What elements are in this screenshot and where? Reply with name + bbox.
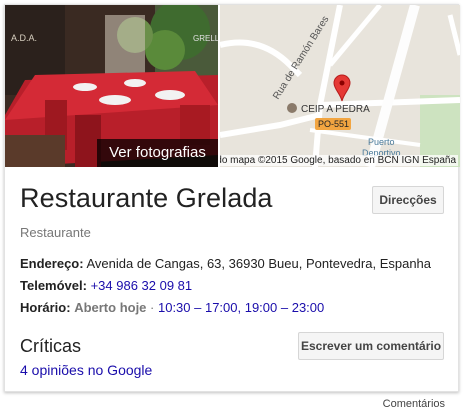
phone-row: Telemóvel: +34 986 32 09 81 — [20, 278, 192, 293]
address-row: Endereço: Avenida de Cangas, 63, 36930 B… — [20, 256, 431, 271]
map-road-label: PO-551 — [318, 119, 349, 129]
comments-link[interactable]: Comentários — [383, 398, 445, 410]
address-label: Endereço: — [20, 256, 84, 271]
map-place-label-1: Puerto — [368, 137, 395, 147]
map-school-label: CEIP A PEDRA — [301, 104, 370, 115]
reviews-heading: Críticas — [20, 336, 82, 356]
photo-sign-text: A.D.A. — [11, 33, 37, 43]
view-photos-label[interactable]: Ver fotografias — [97, 139, 218, 167]
map-attribution: dados do mapa ©2015 Google, basado en BC… — [220, 155, 458, 166]
media-strip: A.D.A. GRELL Ver fotografias CEIP A PEDR… — [5, 5, 460, 167]
hours-status[interactable]: Aberto hoje — [74, 300, 146, 315]
photo-sign-text-2: GRELL — [193, 34, 218, 43]
business-name: Restaurante Grelada — [20, 183, 273, 213]
hours-value[interactable]: 10:30 – 17:00, 19:00 – 23:00 — [158, 300, 324, 315]
knowledge-panel-card: A.D.A. GRELL Ver fotografias CEIP A PEDR… — [4, 4, 460, 392]
hours-row: Horário: Aberto hoje · 10:30 – 17:00, 19… — [20, 300, 324, 315]
phone-link[interactable]: +34 986 32 09 81 — [91, 278, 193, 293]
write-review-button[interactable]: Escrever um comentário — [298, 332, 444, 360]
hours-label: Horário: — [20, 300, 71, 315]
reviews-count-link[interactable]: 4 opiniões no Google — [20, 362, 152, 378]
hours-separator: · — [146, 300, 158, 315]
school-icon — [287, 103, 297, 113]
map-image: CEIP A PEDRA PO-551 Rua de Ramón Bares P… — [220, 5, 460, 167]
address-value: Avenida de Cangas, 63, 36930 Bueu, Ponte… — [86, 256, 432, 271]
phone-label: Telemóvel: — [20, 278, 87, 293]
directions-button[interactable]: Direcções — [372, 186, 444, 214]
location-map[interactable]: CEIP A PEDRA PO-551 Rua de Ramón Bares P… — [220, 5, 460, 167]
business-category: Restaurante — [20, 225, 91, 240]
restaurant-photo[interactable]: A.D.A. GRELL Ver fotografias — [5, 5, 218, 167]
